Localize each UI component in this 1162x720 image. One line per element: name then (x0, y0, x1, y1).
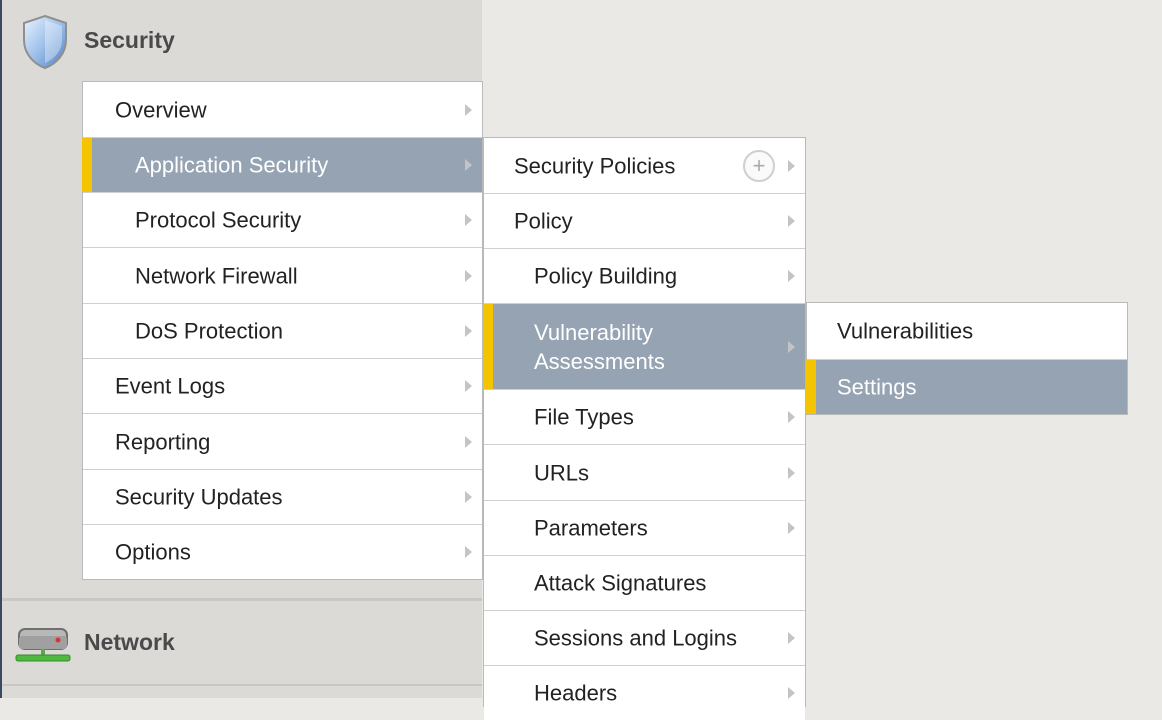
security-menu: Overview Application Security Protocol S… (82, 81, 483, 580)
menu-item-event-logs[interactable]: Event Logs (83, 358, 482, 413)
menu-item-dos-protection[interactable]: DoS Protection (83, 303, 482, 358)
network-drive-icon (15, 628, 71, 662)
security-header-label: Security (84, 27, 175, 53)
network-header-label: Network (84, 629, 175, 655)
vulnerability-assessments-submenu: Vulnerabilities Settings (806, 302, 1128, 415)
menu-item-label: Options (115, 539, 191, 565)
menu-item-overview[interactable]: Overview (83, 82, 482, 137)
menu-item-policy[interactable]: Policy (484, 193, 805, 248)
chevron-right-icon (788, 270, 795, 282)
menu-item-label: Security Updates (115, 484, 283, 510)
menu-item-parameters[interactable]: Parameters (484, 500, 805, 555)
menu-item-policy-building[interactable]: Policy Building (484, 248, 805, 303)
chevron-right-icon (465, 214, 472, 226)
menu-item-label: Policy Building (534, 263, 678, 289)
chevron-right-icon (465, 103, 472, 116)
chevron-right-icon (788, 340, 795, 353)
menu-item-label: File Types (534, 404, 634, 430)
menu-item-label: Sessions and Logins (534, 625, 738, 651)
menu-item-file-types[interactable]: File Types (484, 389, 805, 444)
menu-item-options[interactable]: Options (83, 524, 482, 579)
menu-item-application-security[interactable]: Application Security (82, 137, 482, 192)
menu-item-reporting[interactable]: Reporting (83, 413, 482, 469)
menu-item-label: Attack Signatures (534, 570, 707, 596)
chevron-right-icon (465, 269, 472, 282)
menu-item-protocol-security[interactable]: Protocol Security (83, 192, 482, 247)
menu-item-label: DoS Protection (135, 318, 283, 344)
menu-item-vulnerability-assessments[interactable]: Vulnerability Assessments (483, 303, 805, 389)
application-security-submenu: Security Policies + Policy Policy Buildi… (483, 137, 806, 720)
network-section-header[interactable]: Network (2, 598, 482, 684)
menu-item-urls[interactable]: URLs (484, 444, 805, 500)
menu-item-label: Overview (115, 97, 207, 122)
menu-item-network-firewall[interactable]: Network Firewall (83, 247, 482, 303)
chevron-right-icon (788, 159, 795, 172)
shield-icon (23, 14, 67, 70)
chevron-right-icon (788, 687, 795, 699)
menu-item-label: Network Firewall (135, 263, 298, 288)
menu-item-sessions-and-logins[interactable]: Sessions and Logins (484, 610, 805, 665)
security-section-header[interactable]: Security (2, 0, 482, 82)
chevron-right-icon (465, 491, 472, 503)
menu-item-label: Application Security (135, 152, 329, 178)
chevron-right-icon (788, 466, 795, 479)
menu-item-vulnerabilities[interactable]: Vulnerabilities (807, 303, 1127, 359)
add-circle-icon[interactable]: + (743, 149, 775, 182)
chevron-right-icon (788, 215, 795, 227)
chevron-right-icon (788, 632, 795, 644)
chevron-right-icon (465, 546, 472, 558)
menu-item-security-policies[interactable]: Security Policies + (484, 138, 805, 193)
menu-item-attack-signatures[interactable]: Attack Signatures (484, 555, 805, 610)
menu-item-label: URLs (534, 460, 590, 485)
menu-item-label: Policy (514, 208, 573, 234)
chevron-right-icon (465, 435, 472, 448)
menu-item-label: Event Logs (115, 373, 226, 399)
menu-item-label: Settings (837, 374, 917, 400)
menu-item-label: Parameters (534, 515, 648, 541)
menu-item-label: Vulnerability Assessments (534, 319, 665, 374)
menu-item-label: Security Policies (514, 153, 676, 178)
menu-item-label: Reporting (115, 429, 211, 454)
chevron-right-icon (465, 380, 472, 392)
chevron-right-icon (788, 411, 795, 423)
menu-item-settings[interactable]: Settings (806, 359, 1127, 414)
menu-item-headers[interactable]: Headers (484, 665, 805, 720)
chevron-right-icon (465, 325, 472, 337)
menu-item-label: Vulnerabilities (837, 318, 974, 344)
menu-item-label: Protocol Security (135, 207, 302, 233)
menu-item-security-updates[interactable]: Security Updates (83, 469, 482, 524)
menu-item-label: Headers (534, 680, 618, 706)
chevron-right-icon (465, 159, 472, 171)
chevron-right-icon (788, 522, 795, 534)
